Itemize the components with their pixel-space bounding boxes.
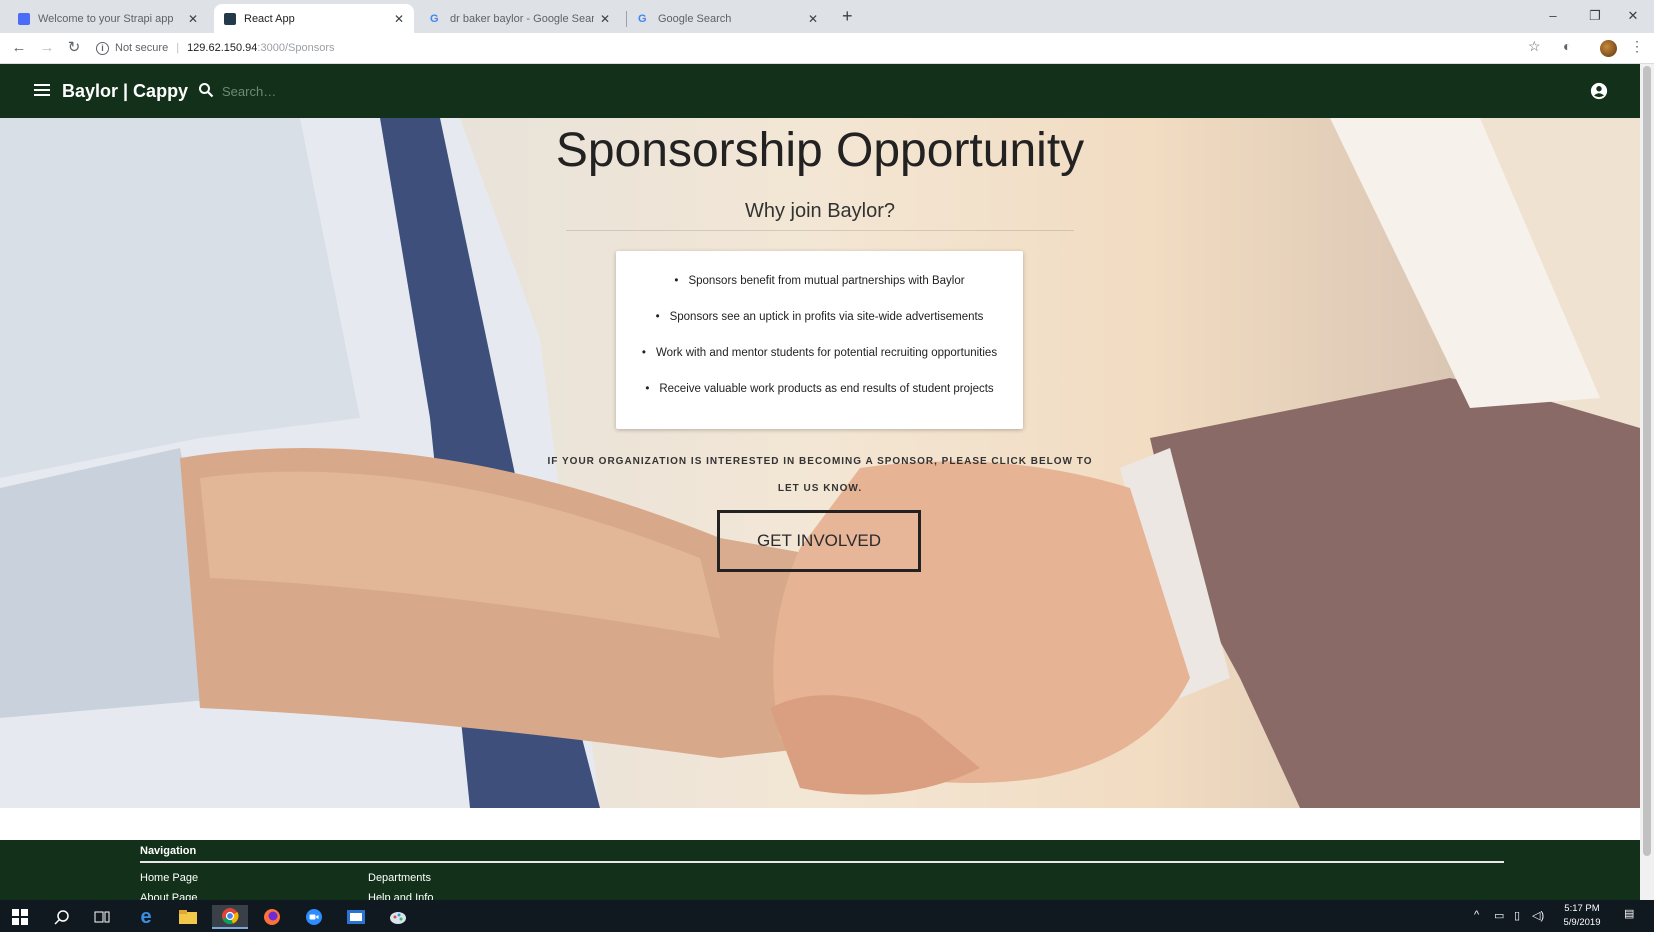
close-icon[interactable]: ✕ bbox=[188, 12, 198, 26]
get-involved-button[interactable]: GET INVOLVED bbox=[717, 510, 921, 572]
volume-icon[interactable]: ◁) bbox=[1532, 909, 1544, 922]
paint-icon[interactable] bbox=[380, 905, 416, 929]
strapi-icon bbox=[18, 12, 30, 25]
page-scrollbar[interactable] bbox=[1640, 64, 1654, 900]
url-host: 129.62.150.94 bbox=[187, 42, 258, 54]
app-bar: Baylor | Cappy bbox=[0, 64, 1640, 118]
outlook-icon[interactable] bbox=[338, 905, 374, 929]
divider bbox=[566, 230, 1074, 231]
browser-tab-react-app[interactable]: React App ✕ bbox=[214, 4, 414, 33]
list-item: Work with and mentor students for potent… bbox=[616, 347, 1023, 383]
tab-separator bbox=[626, 11, 627, 27]
close-icon[interactable]: ✕ bbox=[808, 12, 818, 26]
page-subtitle: Why join Baylor? bbox=[744, 200, 896, 222]
taskbar-search-icon[interactable] bbox=[44, 905, 80, 929]
battery-icon[interactable]: ▯ bbox=[1514, 909, 1520, 922]
windows-taskbar: e ^ ▭ ▯ ◁) 5:17 PM 5/9/2019 ▤ bbox=[0, 900, 1654, 932]
network-icon[interactable]: ▭ bbox=[1494, 909, 1504, 922]
footer-divider bbox=[140, 861, 1504, 863]
tab-title: Welcome to your Strapi app bbox=[38, 12, 174, 25]
chrome-menu-icon[interactable]: ⋮ bbox=[1630, 38, 1644, 55]
clock-date: 5/9/2019 bbox=[1563, 917, 1601, 928]
search-input[interactable] bbox=[222, 80, 422, 102]
footer-heading: Navigation bbox=[140, 845, 197, 857]
react-icon bbox=[224, 12, 236, 25]
clock-time: 5:17 PM bbox=[1564, 903, 1600, 914]
forward-arrow-icon[interactable]: → bbox=[36, 37, 58, 59]
file-explorer-icon[interactable] bbox=[170, 905, 206, 929]
page-title: Sponsorship Opportunity bbox=[555, 124, 1085, 177]
benefits-list: Sponsors benefit from mutual partnership… bbox=[616, 251, 1023, 419]
search-icon bbox=[199, 83, 214, 98]
browser-tab-google-search-baker[interactable]: G dr baker baylor - Google Search ✕ bbox=[420, 4, 620, 33]
footer-link-help[interactable]: Help and Info bbox=[368, 892, 433, 900]
benefits-card: Sponsors benefit from mutual partnership… bbox=[616, 251, 1023, 429]
chrome-icon[interactable] bbox=[212, 905, 248, 929]
hamburger-menu-icon[interactable] bbox=[34, 84, 50, 96]
footer-link-departments[interactable]: Departments bbox=[368, 872, 431, 884]
info-icon[interactable]: i bbox=[96, 41, 109, 55]
profile-avatar[interactable] bbox=[1600, 40, 1617, 57]
taskbar-clock[interactable]: 5:17 PM 5/9/2019 bbox=[1552, 902, 1612, 930]
footer: Navigation Home Page About Page Departme… bbox=[0, 840, 1640, 900]
browser-tab-strip: Welcome to your Strapi app ✕ React App ✕… bbox=[0, 0, 1654, 33]
address-separator: | bbox=[176, 42, 180, 54]
list-item: Receive valuable work products as end re… bbox=[616, 383, 1023, 419]
edge-browser-icon[interactable]: e bbox=[128, 905, 164, 929]
google-icon: G bbox=[638, 12, 647, 25]
tab-title: Google Search bbox=[658, 12, 732, 25]
brand-title[interactable]: Baylor | Cappy bbox=[62, 81, 188, 102]
new-tab-icon[interactable]: + bbox=[842, 6, 853, 27]
cta-description: IF YOUR ORGANIZATION IS INTERESTED IN BE… bbox=[547, 456, 1093, 494]
back-arrow-icon[interactable]: ← bbox=[8, 37, 30, 59]
extension-icon[interactable]: ◐ bbox=[1563, 38, 1571, 54]
minimize-icon[interactable]: – bbox=[1530, 4, 1576, 28]
reload-icon[interactable]: ↻ bbox=[63, 37, 85, 59]
firefox-icon[interactable] bbox=[254, 905, 290, 929]
browser-tab-strapi[interactable]: Welcome to your Strapi app ✕ bbox=[8, 4, 208, 33]
window-close-icon[interactable]: ✕ bbox=[1610, 4, 1654, 28]
close-icon[interactable]: ✕ bbox=[394, 12, 404, 26]
task-view-icon[interactable] bbox=[84, 905, 120, 929]
tab-title: dr baker baylor - Google Search bbox=[450, 12, 594, 25]
zoom-icon[interactable] bbox=[296, 905, 332, 929]
tab-title: React App bbox=[244, 12, 295, 25]
list-item: Sponsors benefit from mutual partnership… bbox=[616, 275, 1023, 311]
tray-chevron-up-icon[interactable]: ^ bbox=[1474, 909, 1479, 921]
windows-start-icon[interactable] bbox=[2, 905, 38, 929]
account-circle-icon[interactable] bbox=[1590, 82, 1608, 100]
hero-section: Sponsorship Opportunity Why join Baylor?… bbox=[0, 118, 1640, 808]
address-bar[interactable]: i Not secure | 129.62.150.94 :3000/Spons… bbox=[96, 36, 1526, 60]
browser-tab-google-search[interactable]: G Google Search ✕ bbox=[628, 4, 828, 33]
list-item: Sponsors see an uptick in profits via si… bbox=[616, 311, 1023, 347]
security-label: Not secure bbox=[115, 42, 169, 54]
close-icon[interactable]: ✕ bbox=[600, 12, 610, 26]
scrollbar-thumb[interactable] bbox=[1643, 66, 1651, 856]
google-icon: G bbox=[430, 12, 439, 25]
content-gap bbox=[0, 808, 1640, 840]
footer-link-about[interactable]: About Page bbox=[140, 892, 198, 900]
url-path: :3000/Sponsors bbox=[257, 42, 335, 54]
notification-icon[interactable]: ▤ bbox=[1624, 907, 1634, 920]
browser-toolbar: ← → ↻ i Not secure | 129.62.150.94 :3000… bbox=[0, 33, 1654, 64]
bookmark-star-icon[interactable]: ☆ bbox=[1528, 38, 1541, 55]
footer-link-home[interactable]: Home Page bbox=[140, 872, 198, 884]
